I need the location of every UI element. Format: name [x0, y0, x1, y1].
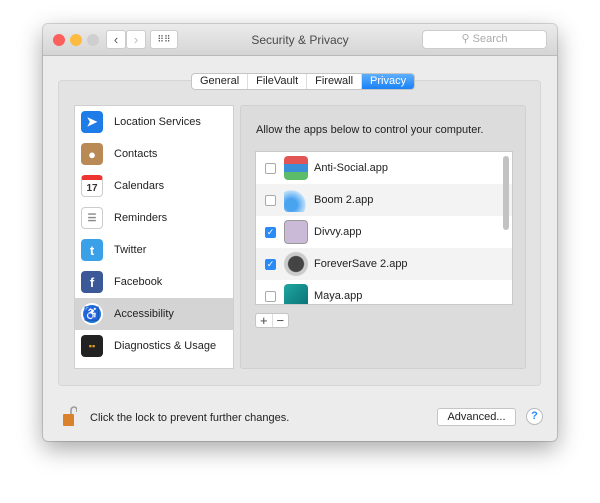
- app-name: Maya.app: [314, 290, 363, 302]
- add-remove-control: + −: [255, 313, 289, 328]
- list-item: Boom 2.app: [256, 184, 512, 216]
- search-icon: ⚲: [461, 33, 473, 45]
- sidebar-item-reminders[interactable]: ☰ Reminders: [75, 202, 233, 234]
- app-checkbox[interactable]: ✓: [265, 226, 276, 238]
- sidebar-item-label: Twitter: [114, 244, 147, 256]
- app-name: Anti-Social.app: [314, 162, 388, 174]
- sidebar-item-location-services[interactable]: ➤ Location Services: [75, 106, 233, 138]
- accessibility-pane: Allow the apps below to control your com…: [240, 105, 526, 369]
- calendar-icon: 17: [81, 175, 103, 197]
- diagnostics-icon: ▪▪: [81, 335, 103, 357]
- app-list: Anti-Social.app Boom 2.app ✓ Divvy.app ✓ F…: [255, 151, 513, 305]
- app-checkbox[interactable]: [265, 194, 276, 206]
- sidebar-item-twitter[interactable]: t Twitter: [75, 234, 233, 266]
- speaker-icon: [284, 188, 308, 212]
- facebook-f-icon: f: [81, 271, 103, 293]
- tab-privacy[interactable]: Privacy: [362, 74, 415, 89]
- sidebar-item-facebook[interactable]: f Facebook: [75, 266, 233, 298]
- sidebar-item-label: Facebook: [114, 276, 163, 288]
- accessibility-icon: ♿: [81, 303, 103, 325]
- save-disk-icon: [284, 252, 308, 276]
- sidebar-item-calendars[interactable]: 17 Calendars: [75, 170, 233, 202]
- sidebar-item-label: Calendars: [114, 180, 165, 192]
- sidebar-item-diagnostics-usage[interactable]: ▪▪ Diagnostics & Usage: [75, 330, 233, 362]
- list-scrollbar[interactable]: [503, 156, 509, 230]
- app-name: ForeverSave 2.app: [314, 258, 408, 270]
- add-app-button[interactable]: +: [256, 314, 273, 327]
- list-item: ✓ Divvy.app: [256, 216, 512, 248]
- sidebar-item-label: Location Services: [114, 116, 201, 128]
- sidebar-item-label: Accessibility: [114, 308, 174, 320]
- advanced-button[interactable]: Advanced...: [437, 408, 516, 426]
- sidebar-item-label: Contacts: [114, 148, 158, 160]
- contacts-book-icon: ●: [81, 143, 103, 165]
- location-arrow-icon: ➤: [81, 111, 103, 133]
- list-item: Maya.app: [256, 280, 512, 304]
- tab-filevault[interactable]: FileVault: [248, 74, 308, 89]
- app-checkbox[interactable]: ✓: [265, 258, 276, 270]
- twitter-bird-icon: t: [81, 239, 103, 261]
- remove-app-button[interactable]: −: [273, 314, 289, 327]
- app-checkbox[interactable]: [265, 162, 276, 174]
- reminders-list-icon: ☰: [81, 207, 103, 229]
- title-bar: ‹ › ⠿⠿ Security & Privacy ⚲ Search: [43, 24, 557, 56]
- security-privacy-window: ‹ › ⠿⠿ Security & Privacy ⚲ Search Gener…: [43, 24, 557, 441]
- pane-description: Allow the apps below to control your com…: [256, 124, 484, 136]
- sidebar-item-accessibility[interactable]: ♿ Accessibility: [75, 298, 233, 330]
- app-name: Boom 2.app: [314, 194, 374, 206]
- tab-firewall[interactable]: Firewall: [307, 74, 363, 89]
- help-button[interactable]: ?: [526, 408, 543, 425]
- app-checkbox[interactable]: [265, 290, 276, 302]
- sidebar-item-label: Reminders: [114, 212, 168, 224]
- lock-icon[interactable]: [63, 405, 77, 427]
- list-item: ✓ ForeverSave 2.app: [256, 248, 512, 280]
- tab-bar: General FileVault Firewall Privacy: [191, 73, 416, 90]
- divvy-grid-icon: [284, 220, 308, 244]
- lock-status-text: Click the lock to prevent further change…: [90, 412, 290, 424]
- books-icon: [284, 156, 308, 180]
- search-placeholder: Search: [472, 33, 508, 45]
- maya-icon: [284, 284, 308, 304]
- list-item: Anti-Social.app: [256, 152, 512, 184]
- sidebar-item-contacts[interactable]: ● Contacts: [75, 138, 233, 170]
- sidebar-item-label: Diagnostics & Usage: [114, 340, 217, 352]
- tab-general[interactable]: General: [192, 74, 249, 89]
- app-name: Divvy.app: [314, 226, 362, 238]
- search-input[interactable]: ⚲ Search: [422, 30, 547, 49]
- privacy-sidebar: ➤ Location Services ● Contacts 17 Calendars…: [74, 105, 234, 369]
